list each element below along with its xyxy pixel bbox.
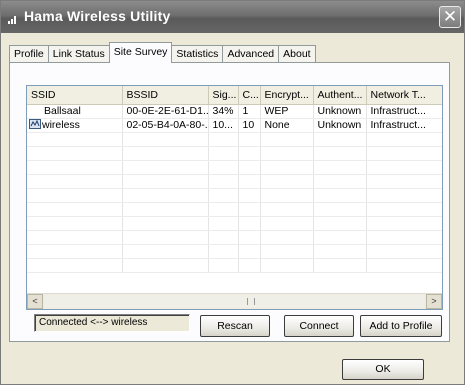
cell-ssid-label: wireless — [42, 119, 80, 131]
cell-bssid: 00-0E-2E-61-D1... — [122, 104, 209, 119]
title-bar[interactable]: Hama Wireless Utility ✕ — [1, 1, 464, 33]
tab-site-survey[interactable]: Site Survey — [108, 42, 173, 63]
close-button[interactable]: ✕ — [439, 6, 461, 28]
empty-row — [27, 202, 442, 217]
cell-channel: 1 — [238, 104, 261, 119]
cell-ssid: wireless — [27, 118, 123, 133]
signal-bars-icon — [8, 12, 20, 24]
tab-link-status[interactable]: Link Status — [47, 45, 110, 63]
add-to-profile-button[interactable]: Add to Profile — [360, 315, 442, 337]
cell-authentication: Unknown — [313, 118, 367, 133]
window-title: Hama Wireless Utility — [24, 8, 171, 24]
cell-encryption: WEP — [260, 104, 314, 119]
column-header-network-type[interactable]: Network T... — [366, 86, 442, 105]
cell-ssid: Ballsaal — [27, 104, 123, 119]
rescan-button[interactable]: Rescan — [200, 315, 270, 337]
cell-authentication: Unknown — [313, 104, 367, 119]
cell-signal: 34% — [208, 104, 239, 119]
empty-row — [27, 132, 442, 147]
cell-network-type: Infrastruct... — [366, 104, 442, 119]
network-table: SSID BSSID Sig... C... Encrypt... Authen… — [27, 86, 442, 273]
tab-statistics[interactable]: Statistics — [171, 45, 224, 63]
empty-row — [27, 146, 442, 161]
cell-bssid: 02-05-B4-0A-80-... — [122, 118, 209, 133]
tab-about[interactable]: About — [278, 45, 316, 63]
tab-advanced[interactable]: Advanced — [222, 45, 280, 63]
horizontal-scrollbar[interactable]: < > — [27, 293, 442, 309]
empty-row — [27, 174, 442, 189]
tab-strip: Profile Link Status Site Survey Statisti… — [9, 42, 316, 63]
scroll-thumb[interactable] — [44, 295, 424, 308]
ok-button[interactable]: OK — [342, 359, 424, 380]
table-row[interactable]: wireless 02-05-B4-0A-80-... 10... 10 Non… — [27, 118, 442, 133]
empty-row — [27, 244, 442, 259]
app-window: Hama Wireless Utility ✕ Profile Link Sta… — [0, 0, 465, 385]
empty-row — [27, 188, 442, 203]
cell-channel: 10 — [238, 118, 261, 133]
column-header-signal[interactable]: Sig... — [208, 86, 239, 105]
connection-status: Connected <--> wireless — [34, 314, 190, 332]
connect-button[interactable]: Connect — [284, 315, 354, 337]
cell-signal: 10... — [208, 118, 239, 133]
column-header-channel[interactable]: C... — [238, 86, 261, 105]
column-header-encryption[interactable]: Encrypt... — [260, 86, 314, 105]
cell-network-type: Infrastruct... — [366, 118, 442, 133]
empty-row — [27, 258, 442, 273]
tab-profile[interactable]: Profile — [9, 45, 49, 63]
column-header-authentication[interactable]: Authent... — [313, 86, 367, 105]
column-header-ssid[interactable]: SSID — [27, 86, 123, 105]
scroll-right-button[interactable]: > — [426, 294, 442, 309]
table-header-row: SSID BSSID Sig... C... Encrypt... Authen… — [27, 86, 442, 105]
empty-row — [27, 230, 442, 245]
cell-encryption: None — [260, 118, 314, 133]
scroll-grip-icon — [247, 298, 255, 305]
network-list[interactable]: SSID BSSID Sig... C... Encrypt... Authen… — [26, 85, 443, 310]
wifi-connected-icon — [29, 119, 41, 129]
scroll-left-button[interactable]: < — [27, 294, 43, 309]
column-header-bssid[interactable]: BSSID — [122, 86, 209, 105]
empty-row — [27, 216, 442, 231]
table-row[interactable]: Ballsaal 00-0E-2E-61-D1... 34% 1 WEP Unk… — [27, 104, 442, 119]
empty-row — [27, 160, 442, 175]
